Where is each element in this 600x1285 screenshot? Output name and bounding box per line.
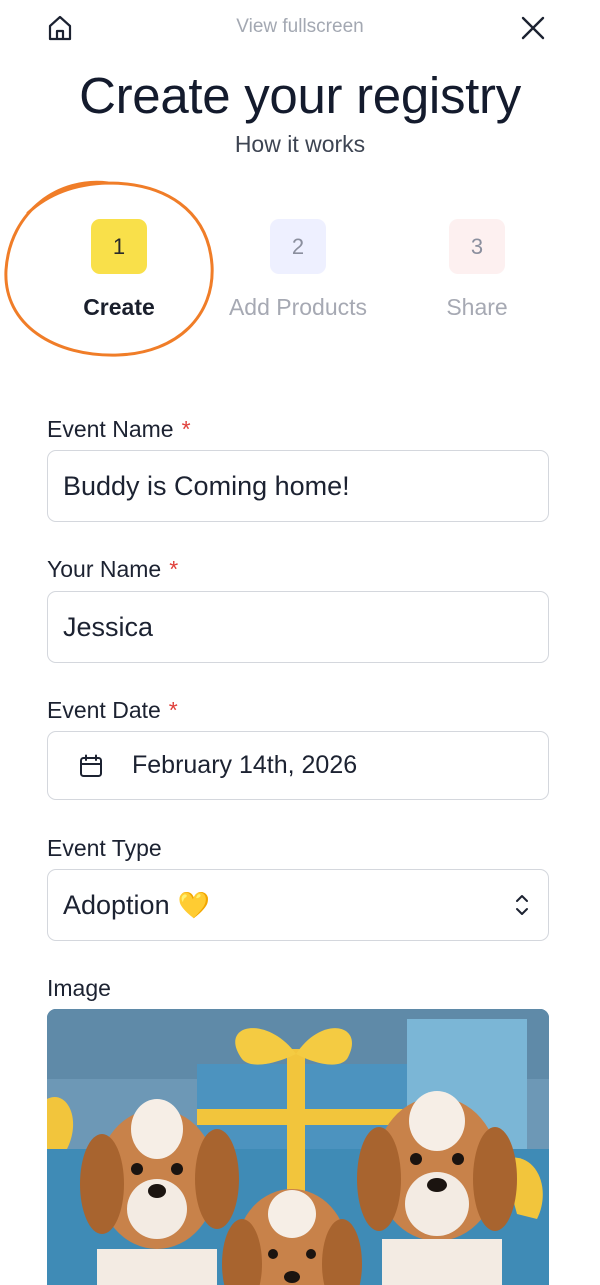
chevron-up-down-icon — [516, 895, 528, 915]
your-name-input[interactable] — [63, 611, 548, 643]
event-type-value: Adoption — [63, 889, 170, 920]
step-number-badge: 3 — [449, 219, 505, 274]
event-type-label: Event Type — [47, 835, 162, 862]
event-name-input[interactable] — [63, 470, 548, 502]
calendar-icon — [80, 754, 102, 777]
step-number-badge: 2 — [270, 219, 326, 274]
your-name-field[interactable] — [47, 591, 549, 663]
event-type-value-wrap: Adoption 💛 — [63, 890, 210, 921]
step-label: Add Products — [228, 294, 368, 320]
label-text: Event Name — [47, 416, 174, 442]
how-it-works-link[interactable]: How it works — [0, 131, 600, 158]
step-add-products[interactable]: 2 Add Products — [208, 219, 388, 321]
event-name-field[interactable] — [47, 450, 549, 522]
label-text: Your Name — [47, 556, 162, 582]
registry-create-page: View fullscreen Create your registry How… — [0, 0, 600, 1285]
top-bar: View fullscreen — [0, 0, 600, 56]
event-name-label: Event Name * — [47, 416, 191, 443]
puppies-with-gifts-illustration — [47, 1009, 549, 1285]
event-type-select[interactable]: Adoption 💛 — [47, 869, 549, 941]
required-asterisk: * — [168, 697, 178, 723]
required-asterisk: * — [181, 416, 191, 442]
event-date-picker[interactable]: February 14th, 2026 — [47, 731, 549, 800]
step-label: Share — [446, 294, 508, 320]
label-text: Event Date — [47, 697, 161, 723]
event-date-value: February 14th, 2026 — [132, 751, 358, 779]
step-create[interactable]: 1 Create — [29, 219, 209, 321]
page-title: Create your registry — [79, 67, 521, 124]
step-number-badge: 1 — [91, 219, 147, 274]
event-image-puppies[interactable] — [47, 1009, 549, 1285]
label-text: Event Type — [47, 835, 162, 861]
image-label: Image — [47, 975, 111, 1002]
required-asterisk: * — [169, 556, 179, 582]
label-text: Image — [47, 975, 111, 1001]
step-share[interactable]: 3 Share — [387, 219, 567, 321]
event-date-label: Event Date * — [47, 697, 178, 724]
your-name-label: Your Name * — [47, 556, 178, 583]
close-icon[interactable] — [516, 11, 550, 45]
yellow-heart-emoji: 💛 — [177, 889, 210, 920]
step-label: Create — [83, 294, 155, 320]
view-fullscreen-link[interactable]: View fullscreen — [0, 16, 600, 38]
